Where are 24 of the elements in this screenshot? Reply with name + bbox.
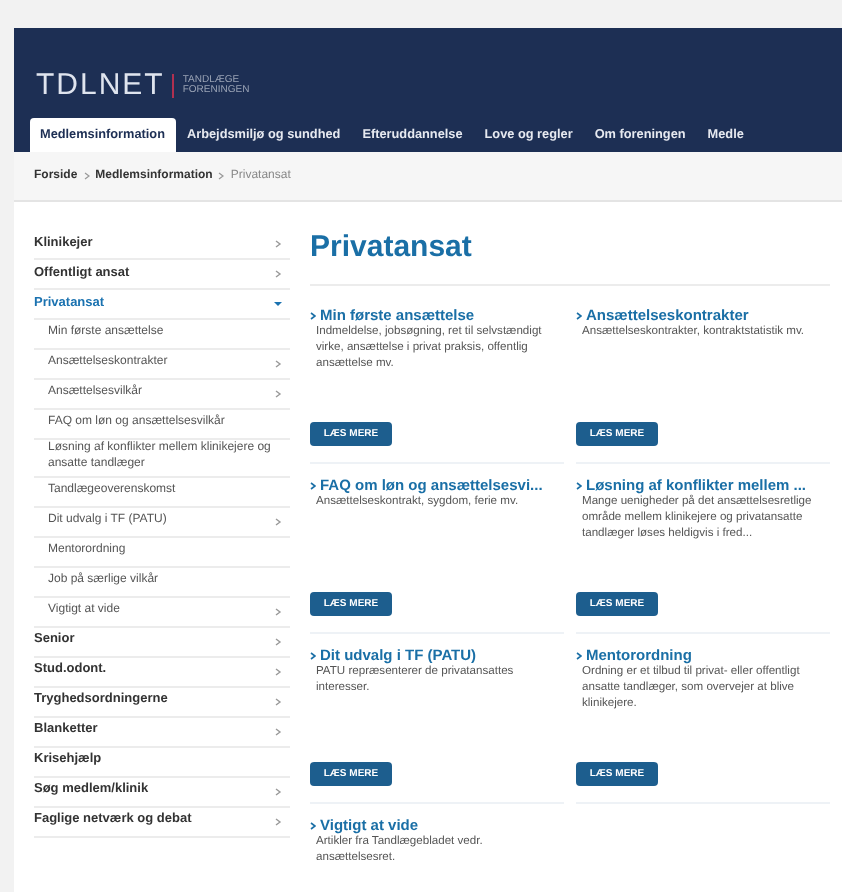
bullet-chevron-icon [310,821,316,829]
logo-name: TDLNET [36,68,165,102]
chevron-right-icon [274,637,282,646]
chevron-right-icon [274,240,282,248]
bullet-chevron-icon [576,481,582,489]
chevron-right-icon [274,607,282,616]
page-title: Privatansat [310,230,830,286]
chevron-right-icon [274,817,282,826]
chevron-right-icon [274,390,282,398]
bullet-chevron-icon [310,311,316,319]
breadcrumb-separator-icon [218,172,225,180]
bullet-chevron-icon [576,651,582,659]
chevron-right-icon [274,727,282,736]
chevron-right-icon [274,787,282,796]
bullet-chevron-icon [310,481,316,489]
chevron-right-icon [274,270,282,278]
breadcrumb-separator-icon [83,172,90,180]
chevron-right-icon [274,360,282,368]
bullet-chevron-icon [310,651,316,659]
bullet-chevron-icon [576,311,582,319]
chevron-right-icon [274,697,282,706]
chevron-right-icon [274,517,282,526]
caret-down-icon [274,300,282,308]
chevron-right-icon [274,667,282,676]
